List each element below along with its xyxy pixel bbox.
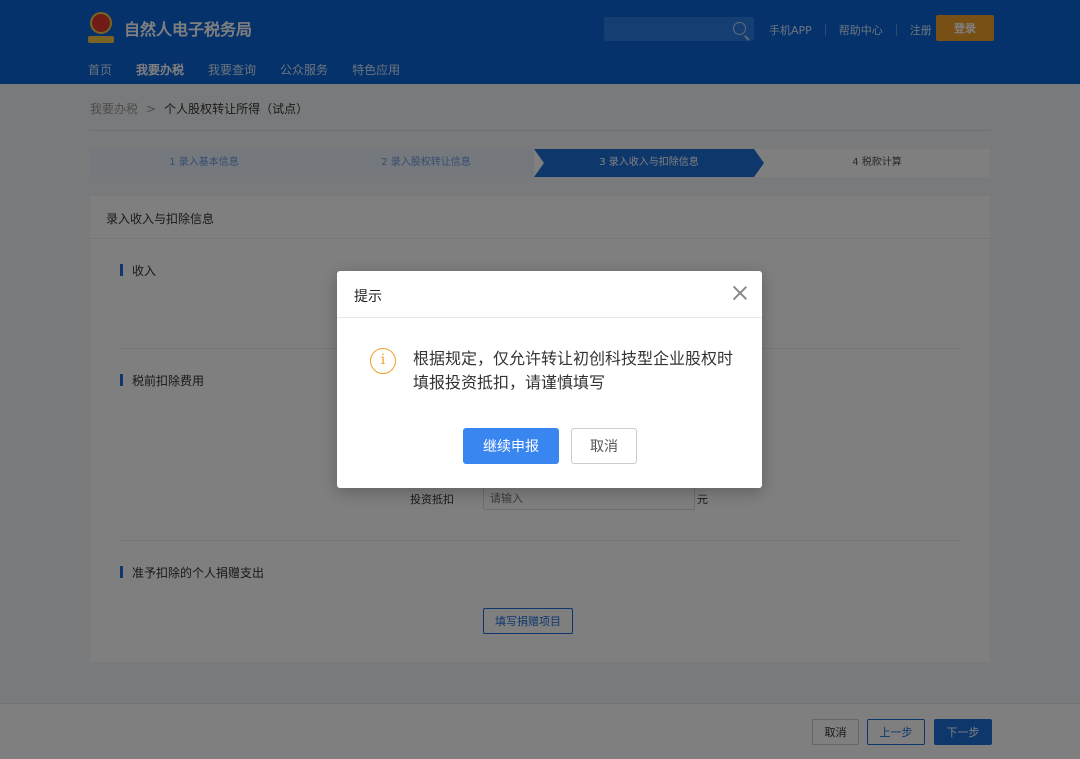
- continue-declare-button[interactable]: 继续申报: [463, 428, 559, 464]
- dialog-title: 提示: [354, 289, 382, 305]
- notice-dialog: 提示 i 根据规定，仅允许转让初创科技型企业股权时填报投资抵扣，请谨慎填写 继续…: [337, 271, 762, 488]
- close-icon[interactable]: [732, 285, 748, 301]
- dialog-message: 根据规定，仅允许转让初创科技型企业股权时填报投资抵扣，请谨慎填写: [413, 349, 734, 392]
- dialog-cancel-button[interactable]: 取消: [571, 428, 637, 464]
- info-icon: i: [370, 348, 396, 374]
- divider: [337, 317, 762, 318]
